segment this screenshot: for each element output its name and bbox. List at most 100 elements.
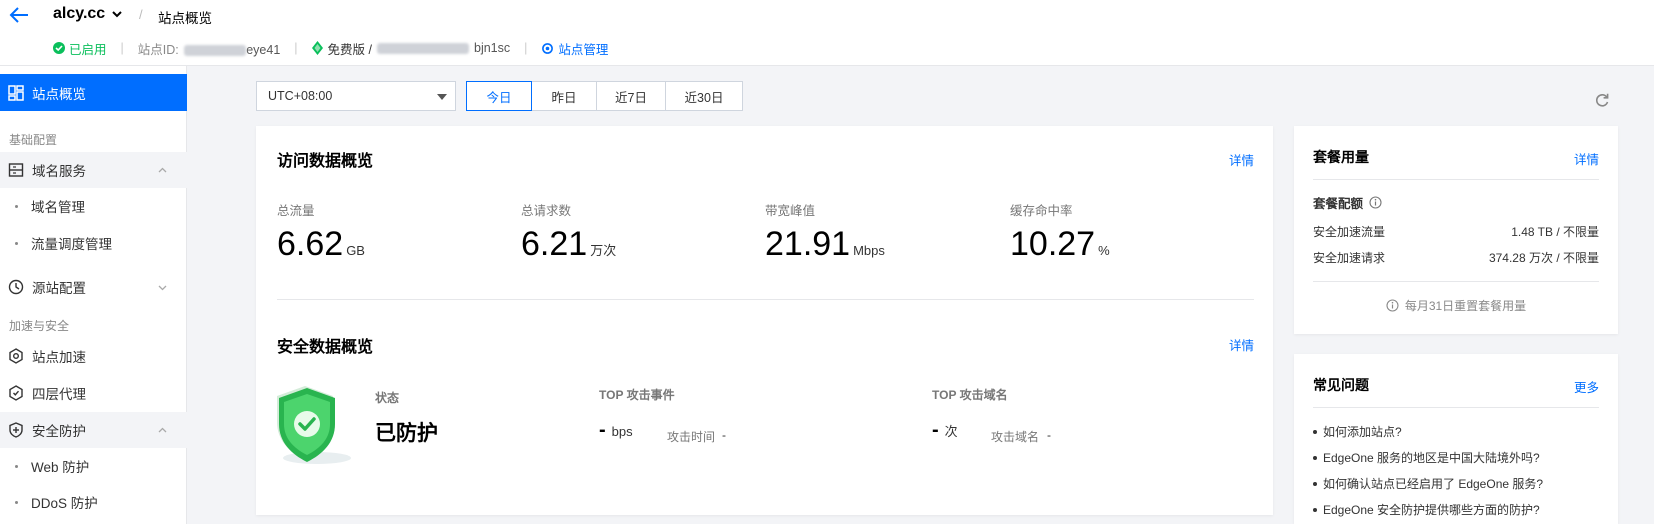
bullet — [15, 500, 18, 504]
chevron-down-icon — [158, 285, 167, 290]
bullet — [15, 464, 18, 468]
attack-domain-value: - — [1047, 428, 1051, 442]
faq-item[interactable]: 如何添加站点? — [1313, 423, 1402, 440]
sidebar-item-site-accel[interactable]: 站点加速 — [0, 338, 187, 374]
sidebar-item-label: 四层代理 — [32, 387, 86, 402]
shield-check-icon — [277, 386, 351, 464]
page-title: 站点概览 — [158, 11, 212, 26]
quota-row-value: 1.48 TB / 不限量 — [1511, 225, 1599, 239]
metric-value: 6.21 — [521, 225, 588, 263]
divider: | — [120, 41, 124, 55]
date-range-group: 今日 昨日 近7日 近30日 — [466, 81, 743, 111]
chevron-up-icon — [158, 427, 167, 432]
sidebar: 站点概览 基础配置 域名服务 域名管理 流量调度管理 源站配置 加速与安全 站点… — [0, 66, 187, 524]
sidebar-item-label: DDoS 防护 — [31, 496, 98, 511]
faq-item-text: EdgeOne 服务的地区是中国大陆境外吗? — [1323, 451, 1540, 465]
faq-title: 常见问题 — [1313, 377, 1369, 393]
plan-usage-title: 套餐用量 — [1313, 149, 1369, 165]
plan-id-value: bjn1sc — [474, 41, 511, 55]
sidebar-item-overview[interactable]: 站点概览 — [0, 74, 187, 111]
bullet — [15, 204, 18, 208]
metric-value: 10.27 — [1010, 225, 1096, 263]
dashboard-icon — [8, 84, 24, 101]
site-id: 站点ID: eye41 — [138, 39, 281, 58]
sidebar-item-label: Web 防护 — [31, 460, 90, 475]
redacted-text — [184, 44, 247, 56]
gear-icon — [542, 42, 554, 54]
site-id-value: eye41 — [246, 42, 281, 57]
metric-peak-bandwidth: 带宽峰值 21.91 Mbps — [765, 200, 885, 269]
metric-value: 6.62 — [277, 225, 344, 263]
plan-info: 免费版 / bjn1sc — [311, 39, 511, 58]
sidebar-item-origin-config[interactable]: 源站配置 — [0, 269, 187, 305]
faq-item[interactable]: EdgeOne 服务的地区是中国大陆境外吗? — [1313, 449, 1540, 466]
section-divider — [277, 299, 1254, 300]
domain-icon — [8, 163, 24, 177]
top-attack-domain-value: - 次 — [932, 419, 958, 442]
sidebar-item-label: 源站配置 — [32, 281, 86, 296]
refresh-icon[interactable] — [1594, 92, 1610, 108]
range-yesterday-button[interactable]: 昨日 — [531, 81, 597, 111]
faq-item[interactable]: EdgeOne 安全防护提供哪些方面的防护? — [1313, 501, 1540, 518]
sidebar-item-l4-proxy[interactable]: 四层代理 — [0, 375, 187, 411]
faq-item[interactable]: 如何确认站点已经启用了 EdgeOne 服务? — [1313, 475, 1543, 492]
redacted-text — [377, 42, 469, 54]
sidebar-item-label: 域名管理 — [31, 200, 85, 215]
top-attack-event-value: - bps — [599, 419, 633, 442]
security-detail-link[interactable]: 详情 — [1229, 335, 1254, 354]
card-divider — [1313, 281, 1599, 282]
sidebar-item-domain-service[interactable]: 域名服务 — [0, 152, 187, 188]
security-status-label: 状态 — [375, 391, 400, 405]
origin-icon — [8, 279, 24, 295]
info-icon — [1386, 299, 1399, 312]
divider: | — [294, 41, 298, 55]
sidebar-item-web-protect[interactable]: Web 防护 — [0, 449, 187, 483]
sidebar-item-domain-manage[interactable]: 域名管理 — [0, 189, 187, 223]
plan-usage-detail-link[interactable]: 详情 — [1574, 149, 1599, 168]
site-switcher[interactable]: alcy.cc — [53, 5, 123, 23]
value-dash: - — [599, 419, 606, 441]
metric-cache-hit-rate: 缓存命中率 10.27% — [1010, 200, 1110, 269]
top-attack-event-label: TOP 攻击事件 — [599, 388, 675, 402]
divider: | — [524, 41, 528, 55]
quota-header: 套餐配额 — [1313, 193, 1382, 212]
back-arrow-icon[interactable] — [8, 5, 30, 25]
sidebar-group-accel-security: 加速与安全 — [9, 319, 70, 333]
sidebar-item-label: 站点概览 — [32, 86, 86, 102]
overview-card — [256, 126, 1273, 515]
sidebar-item-label: 安全防护 — [32, 424, 86, 439]
value-unit: bps — [611, 424, 633, 439]
sidebar-item-traffic-manage[interactable]: 流量调度管理 — [0, 226, 187, 260]
bullet — [1313, 507, 1317, 512]
page-header: alcy.cc / 站点概览 已启用 | 站点ID: eye41 | 免费版 /… — [0, 0, 1654, 66]
caret-down-icon — [437, 94, 447, 100]
sidebar-item-label: 站点加速 — [32, 350, 86, 365]
accel-icon — [9, 348, 23, 364]
timezone-select[interactable]: UTC+08:00 — [256, 81, 456, 111]
quota-row-label: 安全加速流量 — [1313, 225, 1386, 239]
range-today-button[interactable]: 今日 — [466, 81, 532, 111]
sidebar-item-ddos-protect[interactable]: DDoS 防护 — [0, 485, 187, 519]
sidebar-item-security[interactable]: 安全防护 — [0, 412, 187, 448]
bullet — [1313, 481, 1317, 486]
metric-label: 带宽峰值 — [765, 204, 816, 218]
security-status-value: 已防护 — [375, 422, 438, 445]
bullet — [1313, 455, 1317, 460]
range-7d-button[interactable]: 近7日 — [596, 81, 666, 111]
quota-row-value: 374.28 万次 / 不限量 — [1488, 251, 1599, 265]
quota-row-requests: 安全加速请求 374.28 万次 / 不限量 — [1313, 249, 1599, 266]
info-icon[interactable] — [1369, 196, 1382, 209]
metric-unit: Mbps — [853, 243, 885, 258]
sidebar-item-label: 流量调度管理 — [31, 237, 112, 252]
faq-more-link[interactable]: 更多 — [1574, 377, 1599, 396]
access-detail-link[interactable]: 详情 — [1229, 150, 1254, 169]
metric-total-requests: 总请求数 6.21 万次 — [521, 200, 616, 269]
plan-label: 免费版 / — [327, 42, 372, 57]
site-info-row: 已启用 | 站点ID: eye41 | 免费版 / bjn1sc | 站点管理 — [53, 39, 608, 57]
metric-unit: % — [1098, 243, 1110, 258]
value-dash: - — [932, 419, 939, 441]
site-manage-link[interactable]: 站点管理 — [541, 39, 608, 58]
site-id-label: 站点ID: — [137, 42, 179, 57]
faq-item-text: 如何确认站点已经启用了 EdgeOne 服务? — [1323, 477, 1544, 491]
range-30d-button[interactable]: 近30日 — [665, 81, 743, 111]
